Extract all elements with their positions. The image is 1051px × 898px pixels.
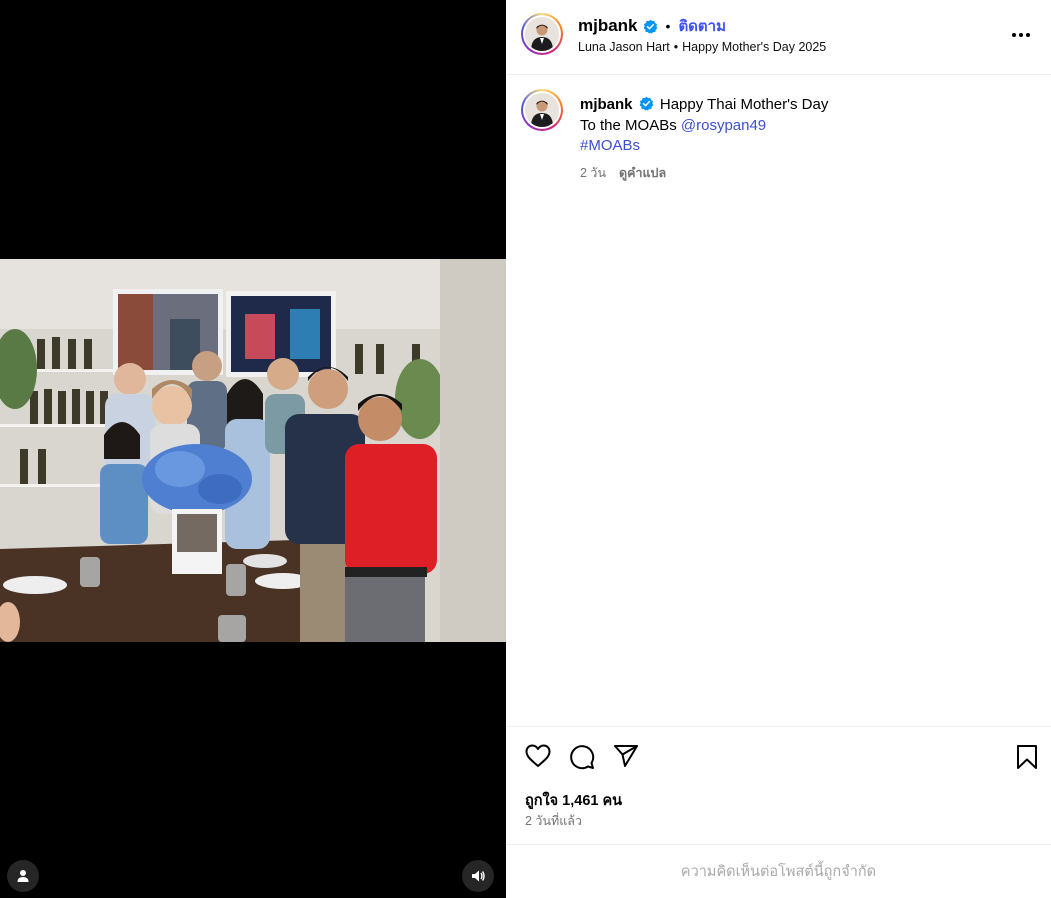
likes-count[interactable]: ถูกใจ 1,461 คน	[525, 789, 622, 812]
comment-icon	[570, 745, 595, 770]
comments-limited-notice: ความคิดเห็นต่อโพสต์นี้ถูกจำกัด	[506, 844, 1051, 898]
post-header: mjbank • ติดตาม Luna Jason Hart • Happy …	[506, 0, 1051, 75]
post-photo[interactable]	[0, 259, 506, 642]
mention-link[interactable]: @rosypan49	[681, 117, 766, 134]
speaker-icon	[472, 870, 485, 882]
save-button[interactable]	[1016, 744, 1038, 775]
caption-timestamp[interactable]: 2 วัน	[580, 163, 606, 183]
caption-text: mjbank Happy Thai Mother's Day To the MO…	[580, 95, 1030, 157]
more-horizontal-icon	[1012, 33, 1030, 37]
author-avatar[interactable]	[521, 13, 563, 55]
hashtag-link[interactable]: #MOABs	[580, 137, 640, 154]
follow-button[interactable]: ติดตาม	[678, 14, 726, 38]
verified-badge-icon	[643, 19, 657, 34]
like-button[interactable]	[525, 744, 551, 773]
verified-badge-icon	[639, 96, 654, 111]
comment-button[interactable]	[569, 744, 595, 775]
caption-author-avatar[interactable]	[521, 89, 563, 131]
caption-line-1: Happy Thai Mother's Day	[659, 96, 829, 113]
user-tag-button[interactable]	[7, 860, 39, 892]
post-side-panel: mjbank • ติดตาม Luna Jason Hart • Happy …	[506, 0, 1051, 898]
tagged-name-link[interactable]: Luna Jason Hart	[578, 40, 670, 54]
separator-dot: •	[665, 18, 671, 34]
user-tag-icon	[17, 870, 29, 882]
share-icon	[614, 745, 638, 767]
post-timestamp[interactable]: 2 วันที่แล้ว	[525, 811, 582, 831]
caption-username[interactable]: mjbank	[580, 96, 633, 113]
bookmark-icon	[1017, 745, 1037, 769]
more-options-button[interactable]	[1011, 27, 1031, 48]
author-username[interactable]: mjbank	[578, 16, 638, 36]
separator-dot: •	[673, 40, 679, 54]
heart-icon	[525, 744, 551, 767]
see-translation-button[interactable]: ดูคำแปล	[619, 163, 666, 183]
post-actions: ถูกใจ 1,461 คน 2 วันที่แล้ว	[506, 726, 1051, 844]
audio-title-link[interactable]: Happy Mother's Day 2025	[682, 40, 826, 54]
audio-toggle-button[interactable]	[462, 860, 494, 892]
post-media[interactable]	[0, 0, 506, 898]
share-button[interactable]	[613, 744, 639, 773]
caption-line-2: To the MOABs	[580, 116, 681, 134]
